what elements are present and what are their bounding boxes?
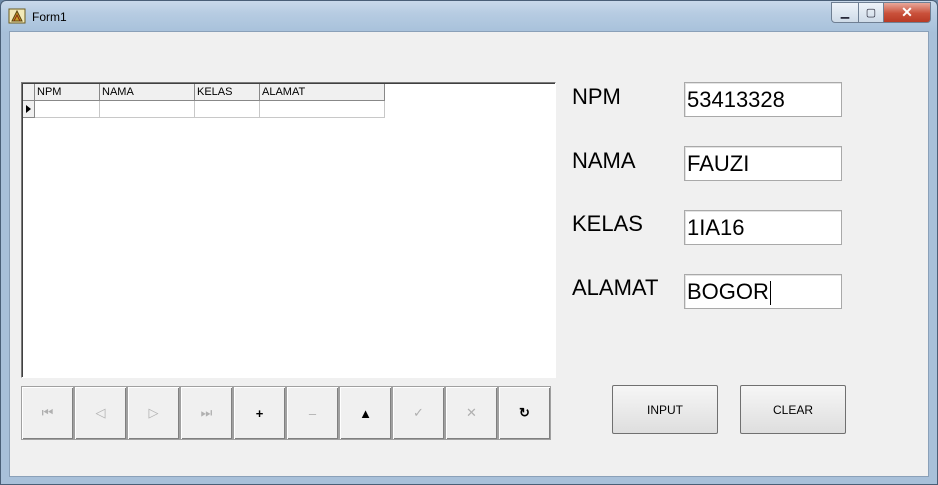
- npm-field[interactable]: 53413328: [684, 82, 842, 117]
- window-title: Form1: [32, 10, 67, 24]
- window-controls: ▁ ▢ ✕: [831, 2, 931, 23]
- cancel-x-icon: ✕: [466, 405, 477, 420]
- npm-label: NPM: [572, 84, 621, 109]
- current-row-indicator: [23, 101, 35, 118]
- grid-cell-kelas[interactable]: [195, 101, 260, 118]
- nama-value: FAUZI: [687, 151, 750, 176]
- nama-label: NAMA: [572, 148, 636, 173]
- text-caret: [769, 281, 771, 306]
- checkmark-icon: ✓: [413, 405, 424, 420]
- nav-last-button[interactable]: ⏭: [180, 386, 233, 440]
- prior-record-icon: ◁: [95, 405, 106, 420]
- kelas-value: 1IA16: [687, 215, 745, 240]
- grid-cell-nama[interactable]: [100, 101, 195, 118]
- nav-refresh-button[interactable]: ↻: [498, 386, 551, 440]
- db-navigator: ⏮ ◁ ▷ ⏭ + – ▲ ✓ ✕ ↻: [21, 386, 551, 440]
- column-header-kelas[interactable]: KELAS: [195, 84, 260, 101]
- alamat-value: BOGOR: [687, 279, 769, 304]
- nama-field[interactable]: FAUZI: [684, 146, 842, 181]
- column-header-nama[interactable]: NAMA: [100, 84, 195, 101]
- alamat-label: ALAMAT: [572, 275, 659, 300]
- triangle-up-icon: ▲: [359, 405, 372, 421]
- first-record-icon: ⏮: [41, 405, 54, 420]
- grid-cell-alamat[interactable]: [260, 101, 385, 118]
- table-row[interactable]: [23, 101, 385, 118]
- input-button[interactable]: INPUT: [612, 385, 718, 434]
- next-record-icon: ▷: [148, 405, 159, 420]
- alamat-field[interactable]: BOGOR: [684, 274, 842, 309]
- nav-next-button[interactable]: ▷: [127, 386, 180, 440]
- refresh-icon: ↻: [519, 405, 530, 420]
- nav-delete-button[interactable]: –: [286, 386, 339, 440]
- nav-insert-button[interactable]: +: [233, 386, 286, 440]
- column-header-npm[interactable]: NPM: [35, 84, 100, 101]
- last-record-icon: ⏭: [200, 405, 213, 420]
- minimize-icon: ▁: [840, 7, 850, 19]
- app-window: Form1 ▁ ▢ ✕ NPM NAMA KELAS ALAMAT ⏮ ◁ ▷ …: [0, 0, 938, 485]
- form-client-area: NPM NAMA KELAS ALAMAT ⏮ ◁ ▷ ⏭ + – ▲ ✓ ✕: [9, 31, 929, 477]
- nav-prior-button[interactable]: ◁: [74, 386, 127, 440]
- plus-icon: +: [255, 405, 264, 421]
- kelas-field[interactable]: 1IA16: [684, 210, 842, 245]
- grid-header: NPM NAMA KELAS ALAMAT: [23, 84, 385, 101]
- grid-indicator-header: [23, 84, 35, 101]
- nav-post-button[interactable]: ✓: [392, 386, 445, 440]
- delphi-app-icon: [8, 8, 26, 24]
- data-grid[interactable]: NPM NAMA KELAS ALAMAT: [21, 82, 556, 378]
- maximize-button[interactable]: ▢: [859, 2, 884, 23]
- minimize-button[interactable]: ▁: [831, 2, 859, 23]
- maximize-icon: ▢: [865, 7, 877, 19]
- nav-cancel-button[interactable]: ✕: [445, 386, 498, 440]
- grid-cell-npm[interactable]: [35, 101, 100, 118]
- close-icon: ✕: [901, 4, 913, 20]
- nav-first-button[interactable]: ⏮: [21, 386, 74, 440]
- column-header-alamat[interactable]: ALAMAT: [260, 84, 385, 101]
- minus-icon: –: [308, 405, 317, 421]
- close-button[interactable]: ✕: [884, 2, 931, 23]
- clear-button[interactable]: CLEAR: [740, 385, 846, 434]
- row-pointer-icon: [26, 105, 31, 113]
- title-bar[interactable]: Form1 ▁ ▢ ✕: [1, 1, 937, 31]
- nav-edit-button[interactable]: ▲: [339, 386, 392, 440]
- npm-value: 53413328: [687, 87, 785, 112]
- kelas-label: KELAS: [572, 211, 643, 236]
